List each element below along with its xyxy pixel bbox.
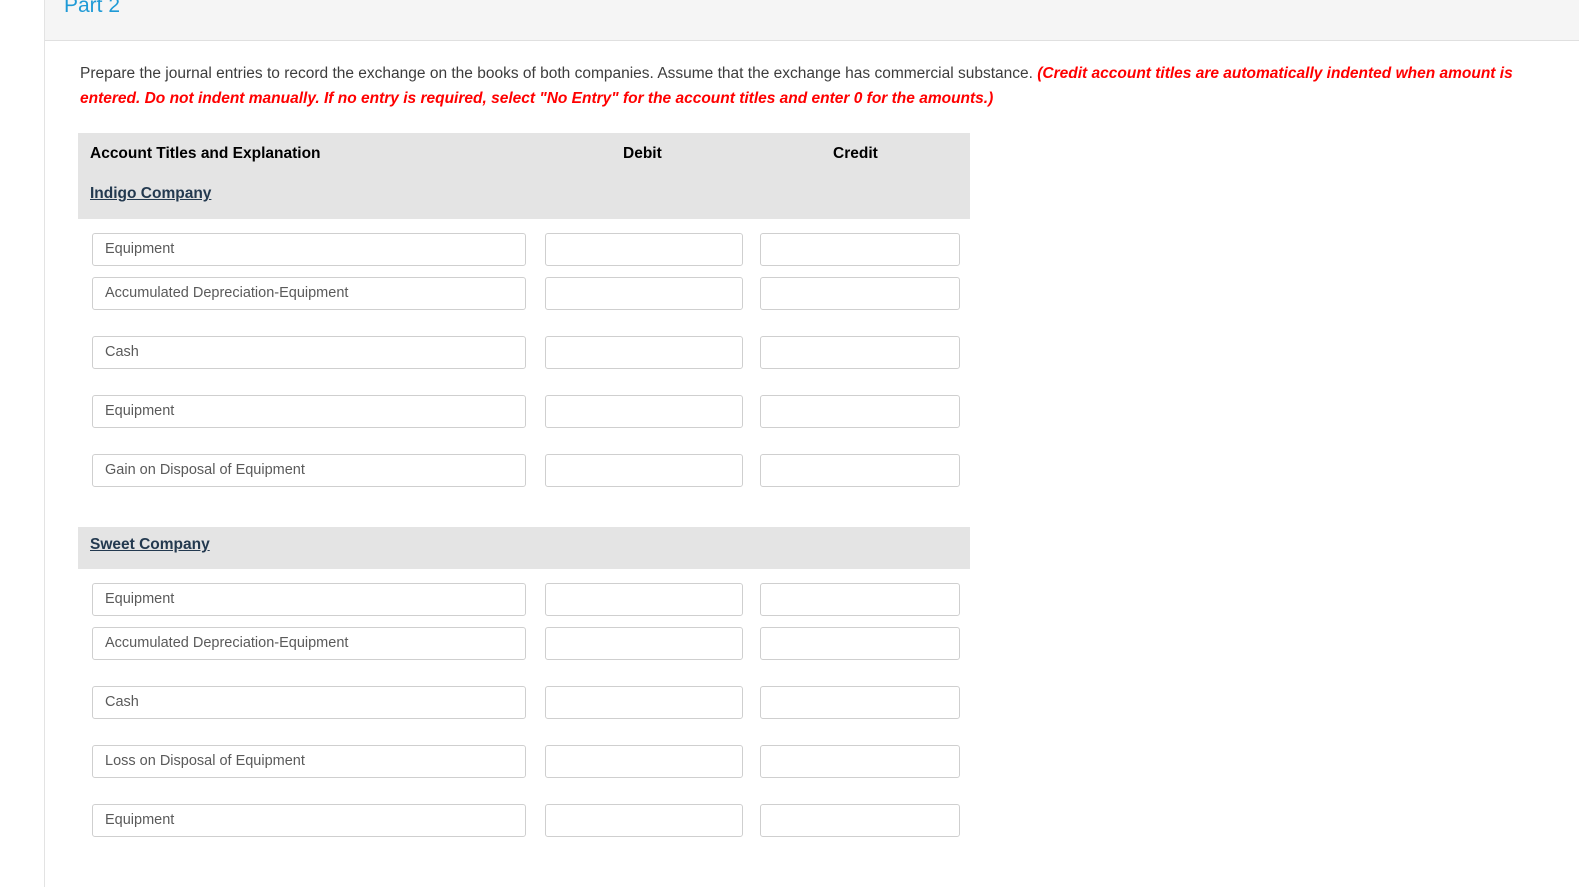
table-row: Gain on Disposal of Equipment: [78, 454, 970, 513]
debit-amount-input[interactable]: [545, 686, 743, 719]
panel-header: Part 2: [44, 0, 1579, 41]
column-header-debit: Debit: [623, 145, 662, 162]
credit-amount-input[interactable]: [760, 454, 960, 487]
journal-table-header: Account Titles and Explanation Debit Cre…: [78, 133, 970, 219]
credit-amount-input[interactable]: [760, 583, 960, 616]
debit-amount-input[interactable]: [545, 745, 743, 778]
account-title-input[interactable]: Loss on Disposal of Equipment: [92, 745, 526, 778]
table-row: Accumulated Depreciation-Equipment: [78, 277, 970, 336]
credit-amount-input[interactable]: [760, 336, 960, 369]
credit-amount-input[interactable]: [760, 233, 960, 266]
section-header-sweet-company: Sweet Company: [90, 536, 210, 553]
debit-amount-input[interactable]: [545, 336, 743, 369]
debit-amount-input[interactable]: [545, 395, 743, 428]
page-root: Part 2 Prepare the journal entries to re…: [0, 0, 1579, 887]
table-row: Cash: [78, 686, 970, 745]
debit-amount-input[interactable]: [545, 583, 743, 616]
debit-amount-input[interactable]: [545, 277, 743, 310]
credit-amount-input[interactable]: [760, 686, 960, 719]
table-row: Cash: [78, 336, 970, 395]
debit-amount-input[interactable]: [545, 627, 743, 660]
debit-amount-input[interactable]: [545, 233, 743, 266]
table-row: Loss on Disposal of Equipment: [78, 745, 970, 804]
account-title-input[interactable]: Accumulated Depreciation-Equipment: [92, 277, 526, 310]
account-title-input[interactable]: Equipment: [92, 583, 526, 616]
instructions-block: Prepare the journal entries to record th…: [80, 61, 1550, 111]
table-row: Equipment: [78, 804, 970, 863]
credit-amount-input[interactable]: [760, 277, 960, 310]
table-row: Equipment: [78, 395, 970, 454]
credit-amount-input[interactable]: [760, 395, 960, 428]
table-row: Accumulated Depreciation-Equipment: [78, 627, 970, 686]
debit-amount-input[interactable]: [545, 454, 743, 487]
page-title: Part 2: [64, 0, 121, 17]
credit-amount-input[interactable]: [760, 745, 960, 778]
account-title-input[interactable]: Equipment: [92, 395, 526, 428]
journal-section-divider: Sweet Company: [78, 527, 970, 569]
instruction-main-text: Prepare the journal entries to record th…: [80, 65, 1038, 82]
table-row: Equipment: [78, 219, 970, 277]
credit-amount-input[interactable]: [760, 627, 960, 660]
journal-entry-table: Account Titles and Explanation Debit Cre…: [78, 133, 970, 863]
column-header-account: Account Titles and Explanation: [90, 145, 321, 162]
panel-body: Prepare the journal entries to record th…: [44, 41, 1579, 887]
account-title-input[interactable]: Equipment: [92, 233, 526, 266]
debit-amount-input[interactable]: [545, 804, 743, 837]
column-header-credit: Credit: [833, 145, 878, 162]
table-row: Equipment: [78, 569, 970, 627]
account-title-input[interactable]: Cash: [92, 686, 526, 719]
credit-amount-input[interactable]: [760, 804, 960, 837]
account-title-input[interactable]: Accumulated Depreciation-Equipment: [92, 627, 526, 660]
account-title-input[interactable]: Gain on Disposal of Equipment: [92, 454, 526, 487]
section-header-indigo-company: Indigo Company: [90, 185, 212, 202]
account-title-input[interactable]: Equipment: [92, 804, 526, 837]
account-title-input[interactable]: Cash: [92, 336, 526, 369]
